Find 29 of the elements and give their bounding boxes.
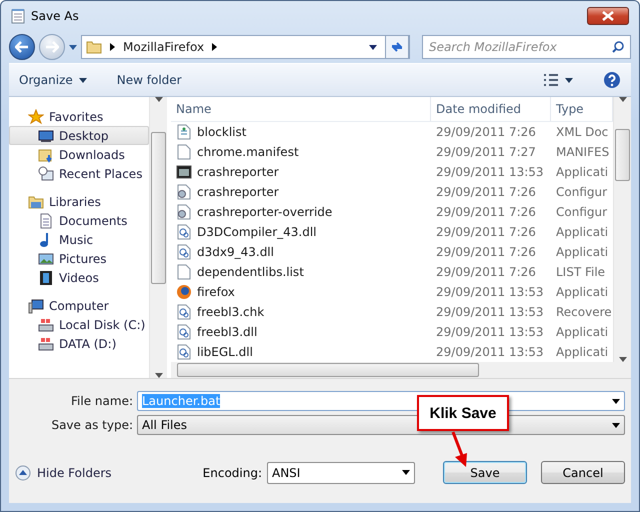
type-cell-text: Applicati [555, 345, 610, 359]
callout-tooltip: Klik Save [417, 395, 509, 431]
date-cell-text: 29/09/2011 13:53 [435, 305, 545, 319]
type-cell-text: MANIFES [555, 145, 610, 159]
date-cell-text: 29/09/2011 7:26 [435, 265, 537, 279]
field-label: File name: [70, 394, 133, 408]
date-cell-text: 29/09/2011 13:53 [435, 325, 545, 339]
type-cell-text: Configur [555, 205, 608, 219]
date-cell-text: 29/09/2011 7:26 [435, 205, 537, 219]
window-title: Save As [31, 9, 80, 23]
type-cell-text: Applicati [555, 325, 610, 339]
date-cell-text: 29/09/2011 7:26 [435, 225, 537, 239]
date-cell-text: 29/09/2011 7:26 [435, 125, 537, 139]
date-cell-text: 29/09/2011 7:27 [435, 145, 537, 159]
type-cell-text: Applicati [555, 285, 610, 299]
type-cell-text: Applicati [555, 245, 610, 259]
date-cell-text: 29/09/2011 13:53 [435, 285, 545, 299]
type-cell-text: Applicati [555, 165, 610, 179]
date-cell-text: 29/09/2011 7:26 [435, 185, 537, 199]
date-cell-text: 29/09/2011 13:53 [435, 165, 545, 179]
field-label: Encoding: [202, 466, 262, 480]
date-cell-text: 29/09/2011 13:53 [435, 345, 545, 359]
type-cell-text: Applicati [555, 225, 610, 239]
date-cell-text: 29/09/2011 7:26 [435, 245, 537, 259]
type-cell-text: LIST File [555, 265, 606, 279]
field-label: Save as type: [50, 418, 133, 432]
type-cell-text: XML Doc [555, 125, 610, 139]
type-cell-text: Recovere [555, 305, 613, 319]
type-cell-text: Configur [555, 185, 608, 199]
